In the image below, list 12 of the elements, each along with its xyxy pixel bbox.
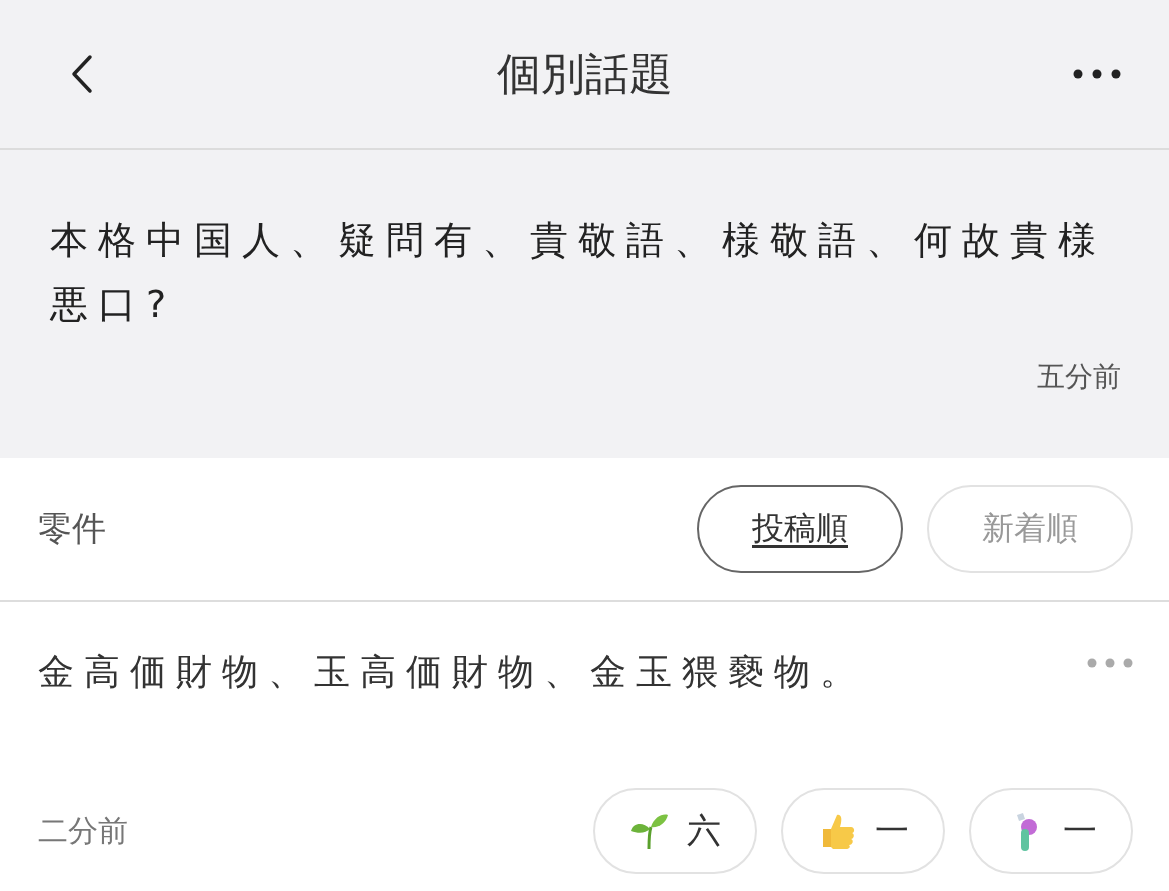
sort-button[interactable]: 投稿順 (697, 485, 903, 573)
back-icon[interactable] (70, 54, 94, 94)
page-title: 個別話題 (496, 46, 674, 101)
answer-count: 零件 (38, 507, 106, 550)
comment-time: 二分前 (38, 811, 128, 850)
question-time: 五分前 (1037, 359, 1121, 395)
more-icon[interactable] (1073, 69, 1121, 79)
reaction-button[interactable]: 一 (781, 788, 945, 874)
reaction-button[interactable]: 六 (593, 788, 757, 874)
reaction-button[interactable]: 一 (969, 788, 1133, 874)
question-text: 本格中国人、疑問有、貴敬語、様敬語、何故貴様悪口? (50, 217, 1107, 328)
comment-text: 金高価財物、玉高価財物、金玉猥褻物。 (38, 650, 866, 694)
